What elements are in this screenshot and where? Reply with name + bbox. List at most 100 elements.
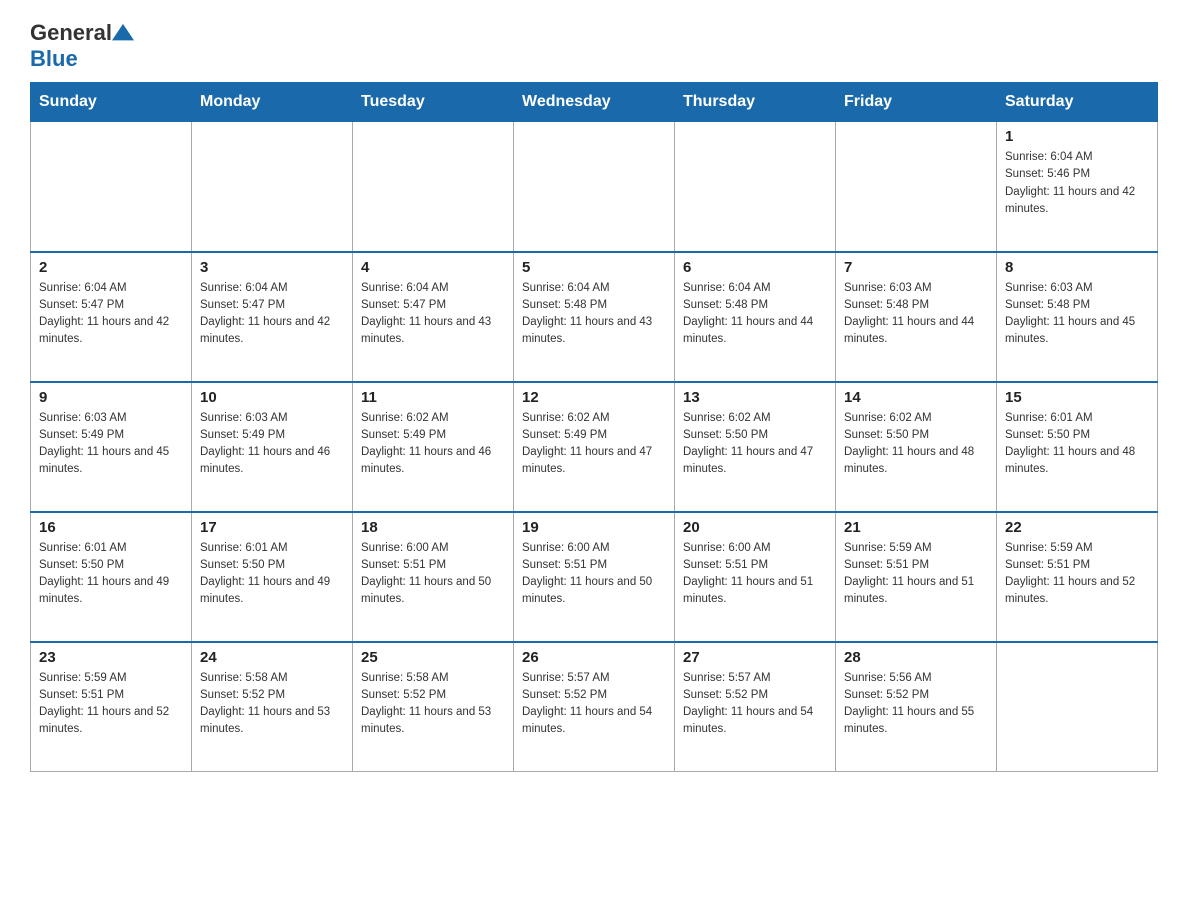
calendar-cell: 14 Sunrise: 6:02 AM Sunset: 5:50 PM Dayli… [836,382,997,512]
page-header: GeneralBlue [30,20,1158,72]
day-number: 16 [39,519,183,536]
calendar-cell: 26 Sunrise: 5:57 AM Sunset: 5:52 PM Dayli… [514,642,675,772]
day-info: Sunrise: 6:03 AM Sunset: 5:48 PM Dayligh… [844,280,988,349]
calendar-cell: 17 Sunrise: 6:01 AM Sunset: 5:50 PM Dayli… [192,512,353,642]
col-header-sunday: Sunday [31,83,192,122]
calendar-cell: 22 Sunrise: 5:59 AM Sunset: 5:51 PM Dayli… [997,512,1158,642]
calendar-cell [675,122,836,252]
day-info: Sunrise: 6:03 AM Sunset: 5:48 PM Dayligh… [1005,280,1149,349]
calendar-cell: 28 Sunrise: 5:56 AM Sunset: 5:52 PM Dayli… [836,642,997,772]
calendar-cell [31,122,192,252]
calendar-cell: 2 Sunrise: 6:04 AM Sunset: 5:47 PM Daylig… [31,252,192,382]
day-number: 5 [522,259,666,276]
day-number: 22 [1005,519,1149,536]
calendar-cell: 4 Sunrise: 6:04 AM Sunset: 5:47 PM Daylig… [353,252,514,382]
day-info: Sunrise: 6:04 AM Sunset: 5:47 PM Dayligh… [361,280,505,349]
calendar-cell: 5 Sunrise: 6:04 AM Sunset: 5:48 PM Daylig… [514,252,675,382]
calendar-cell: 15 Sunrise: 6:01 AM Sunset: 5:50 PM Dayli… [997,382,1158,512]
day-number: 10 [200,389,344,406]
day-info: Sunrise: 6:04 AM Sunset: 5:48 PM Dayligh… [522,280,666,349]
day-info: Sunrise: 6:02 AM Sunset: 5:49 PM Dayligh… [361,410,505,479]
day-info: Sunrise: 5:57 AM Sunset: 5:52 PM Dayligh… [683,670,827,739]
day-number: 25 [361,649,505,666]
day-number: 26 [522,649,666,666]
calendar-cell: 25 Sunrise: 5:58 AM Sunset: 5:52 PM Dayli… [353,642,514,772]
calendar-cell [353,122,514,252]
day-info: Sunrise: 6:04 AM Sunset: 5:47 PM Dayligh… [39,280,183,349]
calendar-cell: 10 Sunrise: 6:03 AM Sunset: 5:49 PM Dayli… [192,382,353,512]
col-header-thursday: Thursday [675,83,836,122]
day-number: 15 [1005,389,1149,406]
day-number: 28 [844,649,988,666]
day-info: Sunrise: 6:02 AM Sunset: 5:50 PM Dayligh… [844,410,988,479]
calendar-cell [997,642,1158,772]
day-info: Sunrise: 6:03 AM Sunset: 5:49 PM Dayligh… [200,410,344,479]
col-header-friday: Friday [836,83,997,122]
col-header-wednesday: Wednesday [514,83,675,122]
calendar-cell: 3 Sunrise: 6:04 AM Sunset: 5:47 PM Daylig… [192,252,353,382]
day-number: 11 [361,389,505,406]
day-info: Sunrise: 5:56 AM Sunset: 5:52 PM Dayligh… [844,670,988,739]
header-row: SundayMondayTuesdayWednesdayThursdayFrid… [31,83,1158,122]
calendar-cell: 7 Sunrise: 6:03 AM Sunset: 5:48 PM Daylig… [836,252,997,382]
logo-general: General [30,20,112,46]
calendar-cell: 9 Sunrise: 6:03 AM Sunset: 5:49 PM Daylig… [31,382,192,512]
day-number: 14 [844,389,988,406]
day-info: Sunrise: 6:02 AM Sunset: 5:49 PM Dayligh… [522,410,666,479]
day-number: 24 [200,649,344,666]
day-number: 12 [522,389,666,406]
day-info: Sunrise: 5:59 AM Sunset: 5:51 PM Dayligh… [844,540,988,609]
calendar-cell: 18Sunrise: 6:00 AM Sunset: 5:51 PM Dayli… [353,512,514,642]
calendar-cell: 23 Sunrise: 5:59 AM Sunset: 5:51 PM Dayli… [31,642,192,772]
calendar-cell: 1 Sunrise: 6:04 AM Sunset: 5:46 PM Daylig… [997,122,1158,252]
day-number: 13 [683,389,827,406]
calendar-cell [514,122,675,252]
day-info: Sunrise: 5:58 AM Sunset: 5:52 PM Dayligh… [200,670,344,739]
calendar-cell: 8 Sunrise: 6:03 AM Sunset: 5:48 PM Daylig… [997,252,1158,382]
day-info: Sunrise: 6:03 AM Sunset: 5:49 PM Dayligh… [39,410,183,479]
day-number: 7 [844,259,988,276]
calendar-cell: 20 Sunrise: 6:00 AM Sunset: 5:51 PM Dayli… [675,512,836,642]
day-number: 20 [683,519,827,536]
day-info: Sunrise: 6:04 AM Sunset: 5:46 PM Dayligh… [1005,149,1149,218]
day-number: 4 [361,259,505,276]
day-number: 6 [683,259,827,276]
day-number: 19 [522,519,666,536]
day-info: Sunrise: 6:01 AM Sunset: 5:50 PM Dayligh… [1005,410,1149,479]
day-info: Sunrise: 6:00 AM Sunset: 5:51 PM Dayligh… [683,540,827,609]
day-info: Sunrise: 6:00 AM Sunset: 5:51 PM Dayligh… [361,540,505,609]
week-row-4: 16 Sunrise: 6:01 AM Sunset: 5:50 PM Dayli… [31,512,1158,642]
col-header-saturday: Saturday [997,83,1158,122]
day-number: 21 [844,519,988,536]
day-info: Sunrise: 6:02 AM Sunset: 5:50 PM Dayligh… [683,410,827,479]
day-info: Sunrise: 5:59 AM Sunset: 5:51 PM Dayligh… [1005,540,1149,609]
calendar-cell: 19 Sunrise: 6:00 AM Sunset: 5:51 PM Dayli… [514,512,675,642]
day-info: Sunrise: 5:59 AM Sunset: 5:51 PM Dayligh… [39,670,183,739]
day-info: Sunrise: 6:01 AM Sunset: 5:50 PM Dayligh… [39,540,183,609]
calendar-cell: 6Sunrise: 6:04 AM Sunset: 5:48 PM Daylig… [675,252,836,382]
day-number: 17 [200,519,344,536]
calendar-cell: 27 Sunrise: 5:57 AM Sunset: 5:52 PM Dayli… [675,642,836,772]
week-row-2: 2 Sunrise: 6:04 AM Sunset: 5:47 PM Daylig… [31,252,1158,382]
day-number: 9 [39,389,183,406]
day-number: 3 [200,259,344,276]
day-info: Sunrise: 6:00 AM Sunset: 5:51 PM Dayligh… [522,540,666,609]
day-info: Sunrise: 6:04 AM Sunset: 5:47 PM Dayligh… [200,280,344,349]
week-row-1: 1 Sunrise: 6:04 AM Sunset: 5:46 PM Daylig… [31,122,1158,252]
col-header-tuesday: Tuesday [353,83,514,122]
day-info: Sunrise: 6:01 AM Sunset: 5:50 PM Dayligh… [200,540,344,609]
day-info: Sunrise: 5:58 AM Sunset: 5:52 PM Dayligh… [361,670,505,739]
week-row-5: 23 Sunrise: 5:59 AM Sunset: 5:51 PM Dayli… [31,642,1158,772]
calendar-cell: 16 Sunrise: 6:01 AM Sunset: 5:50 PM Dayli… [31,512,192,642]
calendar-cell: 21 Sunrise: 5:59 AM Sunset: 5:51 PM Dayli… [836,512,997,642]
day-info: Sunrise: 5:57 AM Sunset: 5:52 PM Dayligh… [522,670,666,739]
calendar-cell [192,122,353,252]
calendar-cell: 11 Sunrise: 6:02 AM Sunset: 5:49 PM Dayli… [353,382,514,512]
week-row-3: 9 Sunrise: 6:03 AM Sunset: 5:49 PM Daylig… [31,382,1158,512]
day-number: 2 [39,259,183,276]
day-number: 27 [683,649,827,666]
day-number: 23 [39,649,183,666]
day-number: 8 [1005,259,1149,276]
calendar-cell [836,122,997,252]
day-number: 1 [1005,128,1149,145]
